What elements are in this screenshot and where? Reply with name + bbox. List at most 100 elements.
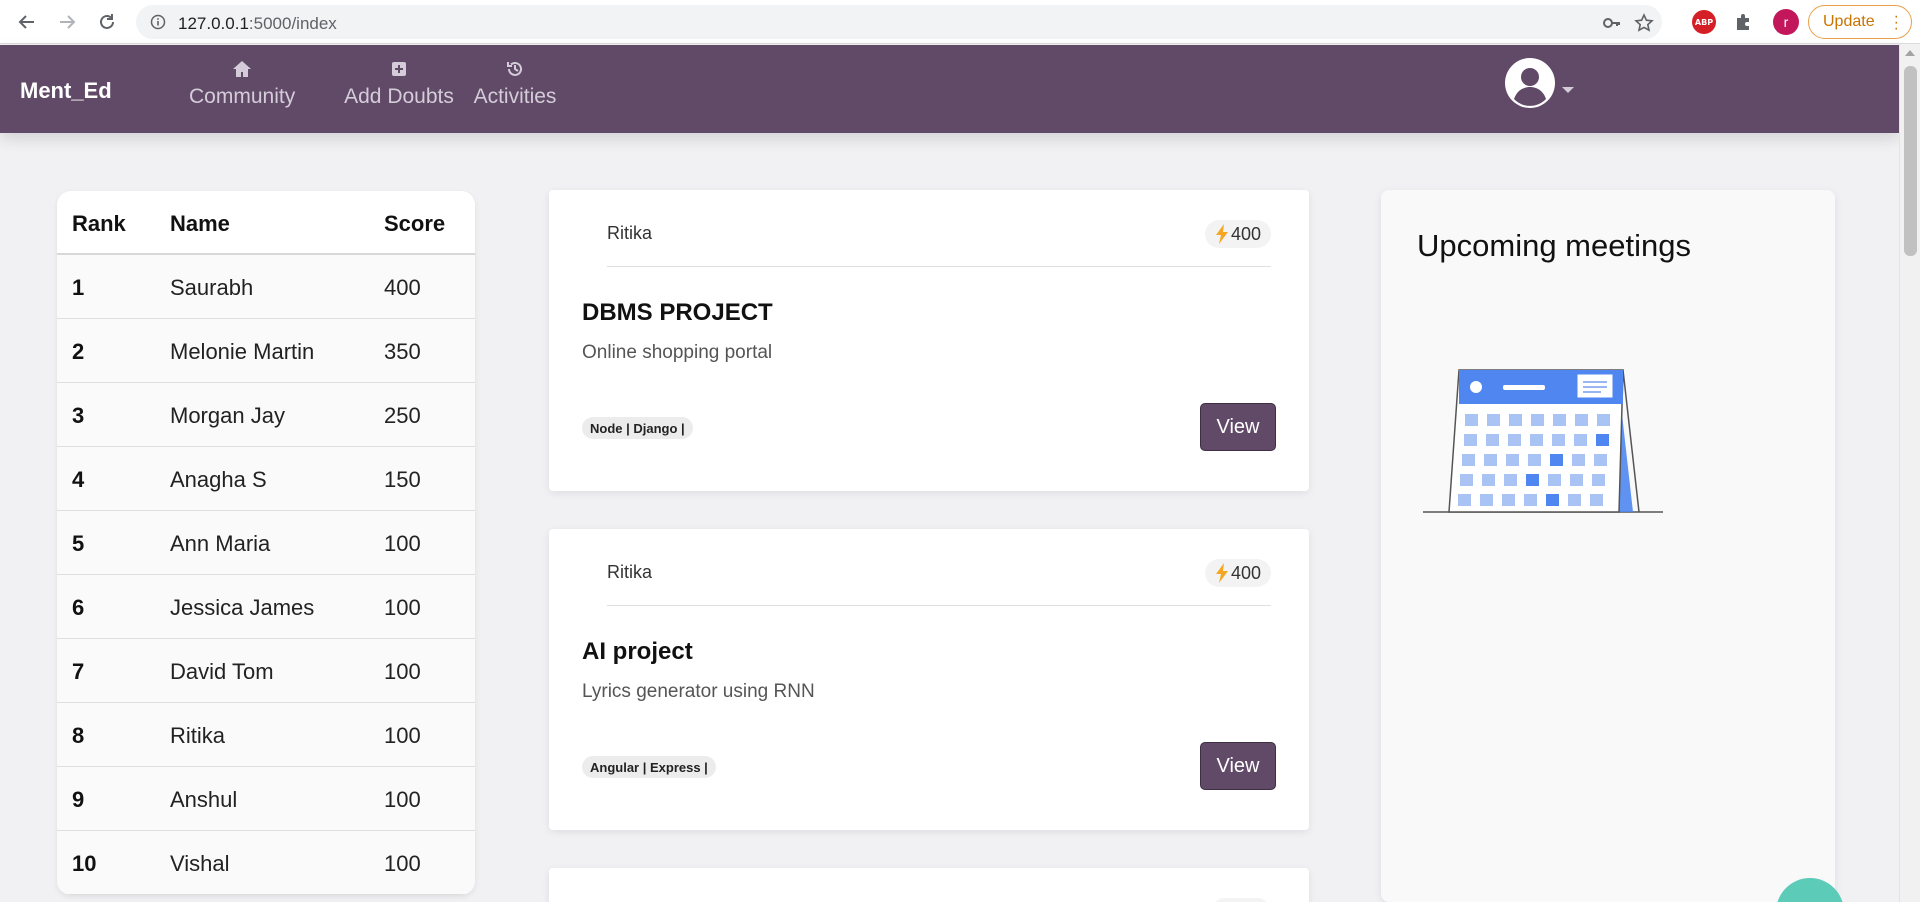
table-row: 9 Anshul 100 [57, 767, 475, 831]
score-badge: 400 [1204, 220, 1271, 248]
table-row: 7 David Tom 100 [57, 639, 475, 703]
table-row: 2 Melonie Martin 350 [57, 319, 475, 383]
score-cell: 250 [384, 403, 421, 428]
score-cell: 100 [384, 851, 421, 876]
name-cell: Anshul [170, 787, 238, 812]
extensions-puzzle-icon[interactable] [1732, 10, 1756, 34]
card-description: Lyrics generator using RNN [582, 681, 815, 702]
score-cell: 150 [384, 467, 421, 492]
name-cell: David Tom [170, 659, 274, 684]
card-title: DBMS PROJECT [582, 299, 773, 326]
name-cell: Jessica James [170, 595, 315, 620]
app-navbar: Ment_Ed Community Add Doubts Activities [0, 45, 1899, 133]
rank-cell: 1 [72, 275, 85, 300]
view-button[interactable]: View [1200, 403, 1276, 451]
meetings-title: Upcoming meetings [1417, 228, 1691, 263]
rank-cell: 5 [72, 531, 85, 556]
name-cell: Vishal [170, 851, 230, 876]
rank-cell: 6 [72, 595, 85, 620]
table-row: 5 Ann Maria 100 [57, 511, 475, 575]
page-scrollbar[interactable] [1899, 44, 1920, 902]
upcoming-meetings-panel: Upcoming meetings [1381, 190, 1835, 902]
table-row: 6 Jessica James 100 [57, 575, 475, 639]
profile-avatar[interactable]: r [1773, 9, 1799, 35]
table-row: 4 Anagha S 150 [57, 447, 475, 511]
nav-add-doubts[interactable]: Add Doubts [344, 59, 454, 109]
adblock-extension-icon[interactable]: ABP [1692, 10, 1716, 34]
url-text: 127.0.0.1:5000/index [178, 14, 337, 33]
score-cell: 100 [384, 723, 421, 748]
home-icon [233, 61, 251, 77]
rank-cell: 3 [72, 403, 85, 428]
score-value: 400 [1230, 223, 1261, 244]
card-author: Ritika [607, 223, 653, 243]
chevron-down-icon[interactable] [1562, 87, 1574, 93]
nav-add-doubts-label: Add Doubts [344, 85, 454, 108]
bookmark-star-icon[interactable] [1634, 13, 1654, 33]
name-cell: Anagha S [170, 467, 267, 492]
score-badge [1211, 898, 1271, 902]
doubt-card: Ritika 400 AI project Lyrics generator u… [549, 529, 1309, 830]
nav-activities-label: Activities [473, 85, 557, 108]
address-bar[interactable]: 127.0.0.1:5000/index [136, 5, 1662, 39]
card-description: Online shopping portal [582, 342, 773, 363]
plus-square-icon [392, 62, 406, 76]
card-author: Ritika [607, 562, 653, 582]
rank-cell: 10 [72, 851, 97, 876]
back-icon[interactable] [14, 9, 40, 35]
header-score: Score [384, 211, 446, 236]
tags-badge: Node | Django | [582, 417, 693, 439]
card-title: AI project [582, 638, 693, 665]
leaderboard-table: Rank Name Score 1 Saurabh 400 2 Melonie Mar… [57, 191, 475, 895]
rank-cell: 2 [72, 339, 85, 364]
score-cell: 400 [384, 275, 421, 300]
score-cell: 100 [384, 595, 421, 620]
lightning-bolt-icon [1215, 563, 1228, 583]
header-name: Name [170, 211, 230, 236]
table-row: 1 Saurabh 400 [57, 255, 475, 319]
table-header: Rank Name Score [57, 191, 475, 255]
more-menu-icon[interactable]: · · · [1894, 9, 1899, 37]
name-cell: Ritika [170, 723, 226, 748]
brand-logo[interactable]: Ment_Ed [20, 78, 112, 104]
rank-cell: 9 [72, 787, 85, 812]
doubt-card [549, 868, 1309, 902]
key-icon[interactable] [1602, 13, 1622, 33]
header-rank: Rank [72, 211, 126, 236]
divider [607, 605, 1271, 606]
scroll-up-icon[interactable] [1905, 50, 1915, 56]
reload-icon[interactable] [94, 9, 120, 35]
score-cell: 100 [384, 659, 421, 684]
history-icon [507, 61, 522, 76]
chrome-update-button[interactable]: Update · · · [1808, 5, 1912, 39]
score-cell: 350 [384, 339, 421, 364]
scroll-thumb[interactable] [1904, 66, 1917, 256]
divider [607, 266, 1271, 267]
score-badge: 400 [1204, 559, 1271, 587]
user-avatar-icon[interactable] [1504, 57, 1556, 109]
name-cell: Morgan Jay [170, 403, 285, 428]
name-cell: Saurabh [170, 275, 254, 300]
name-cell: Melonie Martin [170, 339, 315, 364]
score-value: 400 [1230, 562, 1261, 583]
browser-toolbar: 127.0.0.1:5000/index ABP r Update · · · [0, 0, 1920, 44]
nav-community[interactable]: Community [189, 59, 295, 109]
name-cell: Ann Maria [170, 531, 271, 556]
view-button[interactable]: View [1200, 742, 1276, 790]
table-row: 8 Ritika 100 [57, 703, 475, 767]
rank-cell: 8 [72, 723, 85, 748]
score-cell: 100 [384, 787, 421, 812]
lightning-bolt-icon [1215, 224, 1228, 244]
rank-cell: 7 [72, 659, 85, 684]
doubt-card: Ritika 400 DBMS PROJECT Online shopping … [549, 190, 1309, 491]
nav-community-label: Community [189, 85, 296, 108]
user-menu[interactable] [1504, 57, 1574, 111]
forward-icon[interactable] [54, 9, 80, 35]
calendar-illustration [1423, 369, 1663, 513]
table-row: 3 Morgan Jay 250 [57, 383, 475, 447]
nav-activities[interactable]: Activities [472, 59, 558, 109]
tags-badge: Angular | Express | [582, 756, 716, 778]
site-info-icon[interactable] [150, 14, 166, 30]
score-cell: 100 [384, 531, 421, 556]
rank-cell: 4 [72, 467, 85, 492]
